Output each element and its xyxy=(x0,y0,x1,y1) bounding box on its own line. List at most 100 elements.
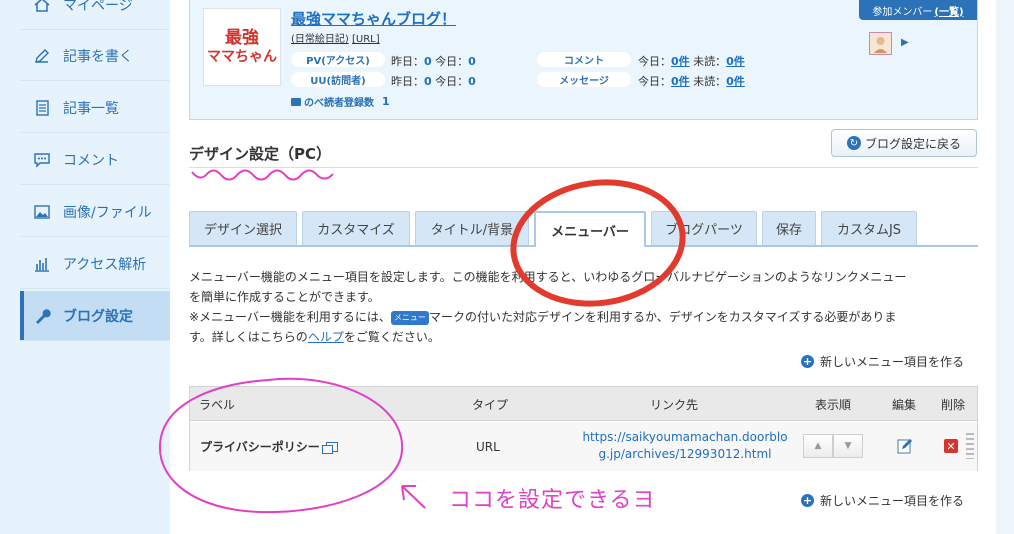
unread-prefix: 未読： xyxy=(693,75,727,88)
uu-values: 昨日：0 今日：0 xyxy=(391,73,476,89)
move-down-button[interactable]: ▼ xyxy=(833,434,863,458)
yesterday-prefix: 昨日： xyxy=(391,75,424,88)
yesterday-prefix: 昨日： xyxy=(391,55,424,68)
description-help-post: をご覧ください。 xyxy=(343,330,440,344)
description-line3: ※メニューバー機能を利用するには、 メニュー マークの付いた対応デザインを利用するか… xyxy=(189,307,896,327)
blog-logo-line2: ママちゃん xyxy=(207,49,277,65)
blog-logo[interactable]: 最強 ママちゃん xyxy=(203,8,281,86)
right-gutter xyxy=(996,0,1014,534)
sidebar-item-analytics[interactable]: アクセス解析 xyxy=(20,239,170,289)
home-icon xyxy=(32,0,52,15)
reader-label: のべ読者登録数 xyxy=(304,98,374,109)
uu-today: 0 xyxy=(468,75,476,88)
menu-items-table: ラベル タイプ リンク先 表示順 編集 削除 プライバシーポリシー URL ht… xyxy=(189,386,978,471)
uu-yesterday: 0 xyxy=(424,75,432,88)
new-menu-item-link-bottom[interactable]: + 新しいメニュー項目を作る xyxy=(801,492,964,509)
sidebar-item-label: マイページ xyxy=(63,0,133,14)
sidebar-item-mypage[interactable]: マイページ xyxy=(20,0,170,30)
chevron-right-icon[interactable]: ▶ xyxy=(901,37,909,48)
pv-today: 0 xyxy=(468,55,476,68)
sidebar-item-images[interactable]: 画像/ファイル xyxy=(20,187,170,237)
members-tab[interactable]: 参加メンバー (一覧) xyxy=(859,0,977,20)
description-line4: す。詳しくはこちらのヘルプをご覧ください。 xyxy=(189,327,440,347)
back-arrow-icon: ↻ xyxy=(846,136,861,150)
move-up-button[interactable]: ▲ xyxy=(803,434,833,458)
row-label-cell: プライバシーポリシー xyxy=(200,438,338,455)
comment-icon xyxy=(32,150,52,170)
sidebar-item-write[interactable]: 記事を書く xyxy=(20,31,170,81)
title-divider xyxy=(189,167,978,168)
edit-icon[interactable] xyxy=(896,437,914,458)
pv-values: 昨日：0 今日：0 xyxy=(391,53,476,69)
blog-url-link[interactable]: [URL] xyxy=(352,34,380,45)
image-icon xyxy=(32,202,52,222)
message-unread-link[interactable]: 0件 xyxy=(726,75,745,88)
reader-count-row: のべ読者登録数 1 xyxy=(291,94,390,109)
sidebar-item-comments[interactable]: コメント xyxy=(20,135,170,185)
comment-label: コメント xyxy=(537,52,631,67)
sidebar-item-label: 画像/ファイル xyxy=(63,204,152,221)
row-link[interactable]: https://saikyoumamachan.doorblo g.jp/arc… xyxy=(567,429,803,463)
sidebar-item-label: 記事を書く xyxy=(63,48,133,65)
tab-title-background[interactable]: タイトル/背景 xyxy=(415,211,529,245)
tab-blog-parts[interactable]: ブログパーツ xyxy=(651,211,757,245)
page-title: デザイン設定（PC） xyxy=(189,145,332,163)
wrench-icon xyxy=(32,306,52,326)
new-menu-item-label: 新しいメニュー項目を作る xyxy=(820,355,965,369)
help-link[interactable]: ヘルプ xyxy=(308,330,344,344)
pen-icon xyxy=(32,46,52,66)
description-note-start: ※メニューバー機能を利用するには、 xyxy=(189,310,391,324)
today-prefix: 今日： xyxy=(638,55,671,68)
new-menu-item-link-top[interactable]: + 新しいメニュー項目を作る xyxy=(801,353,964,370)
reader-icon xyxy=(291,97,301,106)
delete-button[interactable]: ✕ xyxy=(944,439,958,453)
sidebar-item-label: 記事一覧 xyxy=(63,100,119,117)
blog-subline: (日常絵日記) [URL] xyxy=(291,30,380,45)
blog-category-link[interactable]: (日常絵日記) xyxy=(291,34,349,45)
members-list-link[interactable]: (一覧) xyxy=(934,3,963,18)
member-avatar[interactable] xyxy=(869,32,892,55)
sidebar-item-articles[interactable]: 記事一覧 xyxy=(20,83,170,133)
today-prefix: 今日： xyxy=(435,55,469,68)
row-type: URL xyxy=(476,440,500,454)
tab-custom-js[interactable]: カスタムJS xyxy=(821,211,917,245)
bar-chart-icon xyxy=(32,254,52,274)
sidebar-item-label: ブログ設定 xyxy=(63,308,133,325)
order-buttons: ▲ ▼ xyxy=(803,434,863,458)
header-edit: 編集 xyxy=(892,398,917,412)
header-type: タイプ xyxy=(472,398,509,412)
sidebar-item-blog-settings[interactable]: ブログ設定 xyxy=(20,291,170,341)
header-order: 表示順 xyxy=(815,398,852,412)
description-help-pre: す。詳しくはこちらの xyxy=(189,330,308,344)
external-window-icon xyxy=(321,441,338,454)
message-label: メッセージ xyxy=(537,72,631,87)
blog-logo-line1: 最強 xyxy=(225,28,259,48)
document-list-icon xyxy=(32,98,52,118)
sidebar-item-label: コメント xyxy=(63,152,119,169)
message-today-link[interactable]: 0件 xyxy=(671,75,690,88)
drag-handle[interactable] xyxy=(966,433,974,459)
back-button-label: ブログ設定に戻る xyxy=(864,136,961,151)
back-to-blog-settings-button[interactable]: ↻ ブログ設定に戻る xyxy=(831,129,977,157)
comment-values: 今日：0件 未読：0件 xyxy=(638,53,745,69)
blog-title-link[interactable]: 最強ママちゃんブログ！ xyxy=(291,8,456,29)
comment-today-link[interactable]: 0件 xyxy=(671,55,690,68)
pv-yesterday: 0 xyxy=(424,55,432,68)
header-label: ラベル xyxy=(199,398,236,412)
tab-customize[interactable]: カスタマイズ xyxy=(302,211,410,245)
sidebar-item-label: アクセス解析 xyxy=(63,256,147,273)
tab-design-select[interactable]: デザイン選択 xyxy=(189,211,297,245)
table-header: ラベル タイプ リンク先 表示順 編集 削除 xyxy=(190,387,977,421)
uu-label: UU(訪問者) xyxy=(291,72,385,87)
row-link-line2: g.jp/archives/12993012.html xyxy=(598,447,772,461)
description-line2: を簡単に作成することができます。 xyxy=(189,290,380,304)
description-note-end: マークの付いた対応デザインを利用するか、デザインをカスタマイズする必要がありま xyxy=(428,310,897,324)
description-line1: メニューバー機能のメニュー項目を設定します。この機能を利用すると、いわゆるグロー… xyxy=(189,270,907,284)
plus-icon: + xyxy=(801,494,814,507)
header-delete: 削除 xyxy=(941,398,966,412)
members-label: 参加メンバー xyxy=(872,6,933,18)
message-values: 今日：0件 未読：0件 xyxy=(638,73,745,89)
comment-unread-link[interactable]: 0件 xyxy=(726,55,745,68)
tab-menubar[interactable]: メニューバー xyxy=(534,211,646,247)
tab-save[interactable]: 保存 xyxy=(762,211,816,245)
